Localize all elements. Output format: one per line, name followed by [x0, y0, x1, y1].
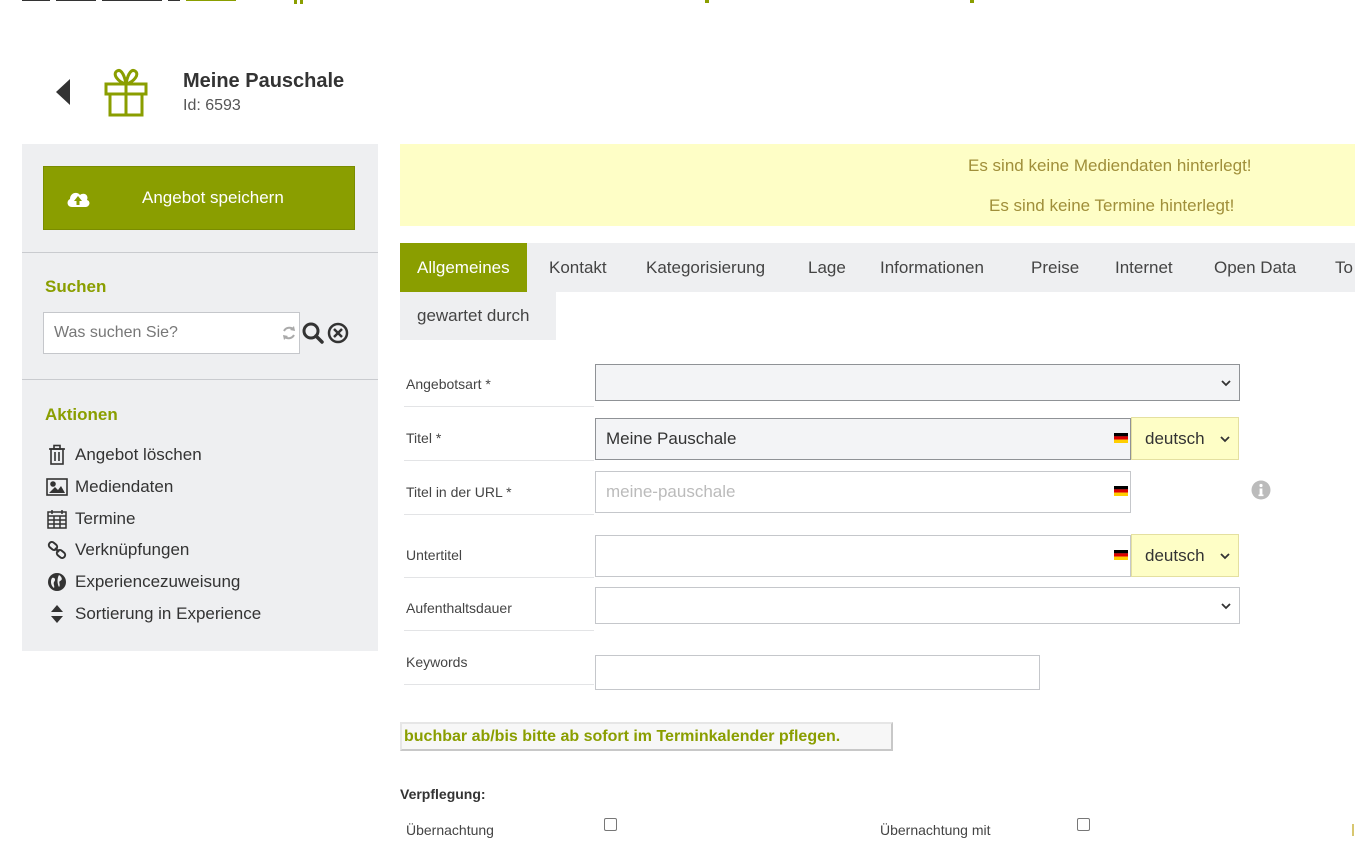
action-label: Sortierung in Experience — [75, 604, 262, 623]
sidebar-divider — [22, 252, 378, 253]
angebotsart-select[interactable] — [595, 364, 1240, 401]
tab-preise[interactable]: Preise — [1014, 243, 1096, 292]
tab-informationen[interactable]: Informationen — [863, 243, 1001, 292]
page-title: Meine Pauschale — [183, 70, 345, 92]
cropped-element — [1352, 824, 1354, 836]
actions-section-title: Aktionen — [45, 405, 118, 424]
logo-mark — [22, 0, 236, 1]
title-block: Meine Pauschale Id: 6593 — [183, 70, 344, 115]
cloud-upload-icon — [67, 192, 90, 207]
tab-gewartet-durch[interactable]: gewartet durch — [400, 292, 556, 340]
action-dates[interactable]: Termine — [46, 507, 135, 531]
untertitel-language-select[interactable]: deutsch — [1131, 534, 1239, 577]
tab-truncated[interactable]: To — [1318, 243, 1355, 292]
save-offer-label: Angebot speichern — [142, 188, 284, 207]
row-divider — [404, 577, 594, 578]
untertitel-label: Untertitel — [406, 547, 463, 563]
checkbox-uebernachtung[interactable] — [604, 818, 617, 831]
tab-row: Allgemeines Kontakt Kategorisierung Lage… — [400, 243, 1355, 292]
url-title-label: Titel in der URL * — [406, 484, 512, 500]
sidebar: Angebot speichern Suchen Aktionen Angebo… — [22, 144, 378, 651]
url-title-input[interactable] — [595, 471, 1131, 513]
tab-allgemeines[interactable]: Allgemeines — [400, 243, 527, 292]
warning-notice: Es sind keine Mediendaten hinterlegt! Es… — [400, 144, 1355, 226]
action-label: Termine — [75, 509, 136, 528]
refresh-icon[interactable] — [281, 324, 297, 342]
sidebar-divider — [22, 379, 378, 380]
titel-language-select[interactable]: deutsch — [1131, 417, 1239, 460]
tab-kontakt[interactable]: Kontakt — [532, 243, 624, 292]
action-label: Angebot löschen — [75, 445, 202, 464]
globe-icon — [46, 571, 68, 593]
booking-dates-note-button[interactable]: buchbar ab/bis bitte ab sofort im Termin… — [400, 722, 893, 751]
notice-no-media: Es sind keine Mediendaten hinterlegt! — [968, 156, 1252, 175]
app-logo[interactable] — [22, 0, 242, 6]
back-arrow-icon[interactable] — [54, 77, 72, 107]
verpflegung-title: Verpflegung: — [400, 786, 486, 802]
keywords-label: Keywords — [406, 654, 468, 670]
action-experience-assign[interactable]: Experiencezuweisung — [46, 570, 240, 594]
link-icon — [46, 539, 68, 561]
tab-lage[interactable]: Lage — [791, 243, 863, 292]
offer-id: Id: 6593 — [183, 97, 241, 114]
checkbox-uebernachtung-mit[interactable] — [1077, 818, 1090, 831]
german-flag-icon — [1114, 486, 1128, 496]
row-divider — [404, 460, 594, 461]
language-value: deutsch — [1145, 429, 1205, 448]
tab-internet[interactable]: Internet — [1098, 243, 1190, 292]
save-offer-button[interactable]: Angebot speichern — [43, 166, 355, 230]
action-delete-offer[interactable]: Angebot löschen — [46, 443, 202, 467]
german-flag-icon — [1114, 550, 1128, 560]
tab-kategorisierung[interactable]: Kategorisierung — [629, 243, 782, 292]
row-divider — [404, 406, 594, 407]
row-divider — [404, 630, 594, 631]
nav-fragment — [705, 0, 709, 3]
language-value: deutsch — [1145, 546, 1205, 565]
notice-no-dates: Es sind keine Termine hinterlegt! — [989, 196, 1235, 215]
action-label: Mediendaten — [75, 477, 174, 496]
search-icon[interactable] — [302, 322, 324, 344]
search-input[interactable] — [43, 312, 300, 354]
info-icon[interactable] — [1251, 480, 1271, 500]
action-sort-experience[interactable]: Sortierung in Experience — [46, 602, 261, 626]
action-label: Experiencezuweisung — [75, 572, 241, 591]
option-label-uebernachtung: Übernachtung — [406, 822, 494, 838]
german-flag-icon — [1114, 433, 1128, 443]
nav-fragment — [970, 0, 974, 3]
titel-label: Titel * — [406, 430, 442, 446]
image-icon — [46, 476, 68, 498]
untertitel-input[interactable] — [595, 535, 1131, 577]
nav-fragment — [294, 0, 303, 4]
calendar-icon — [46, 508, 68, 530]
angebotsart-label: Angebotsart * — [406, 376, 491, 392]
option-label-uebernachtung-mit: Übernachtung mit — [880, 822, 991, 838]
trash-icon — [46, 444, 68, 466]
chevron-down-icon — [1221, 379, 1231, 386]
aufenthaltsdauer-select[interactable] — [595, 587, 1240, 624]
row-divider — [404, 514, 594, 515]
row-divider — [404, 684, 594, 685]
gift-icon — [102, 68, 150, 118]
clear-search-icon[interactable] — [327, 322, 349, 344]
chevron-down-icon — [1220, 435, 1230, 442]
aufenthaltsdauer-label: Aufenthaltsdauer — [406, 600, 512, 616]
action-media[interactable]: Mediendaten — [46, 475, 173, 499]
chevron-down-icon — [1221, 602, 1231, 609]
keywords-input[interactable] — [595, 655, 1040, 690]
action-label: Verknüpfungen — [75, 540, 190, 559]
chevron-down-icon — [1220, 552, 1230, 559]
action-links[interactable]: Verknüpfungen — [46, 538, 189, 562]
page-header: Meine Pauschale Id: 6593 — [0, 60, 600, 130]
titel-input[interactable] — [595, 418, 1131, 460]
tab-bar: Allgemeines Kontakt Kategorisierung Lage… — [400, 243, 1355, 340]
sort-icon — [46, 603, 68, 625]
tab-open-data[interactable]: Open Data — [1197, 243, 1313, 292]
search-section-title: Suchen — [45, 277, 107, 296]
